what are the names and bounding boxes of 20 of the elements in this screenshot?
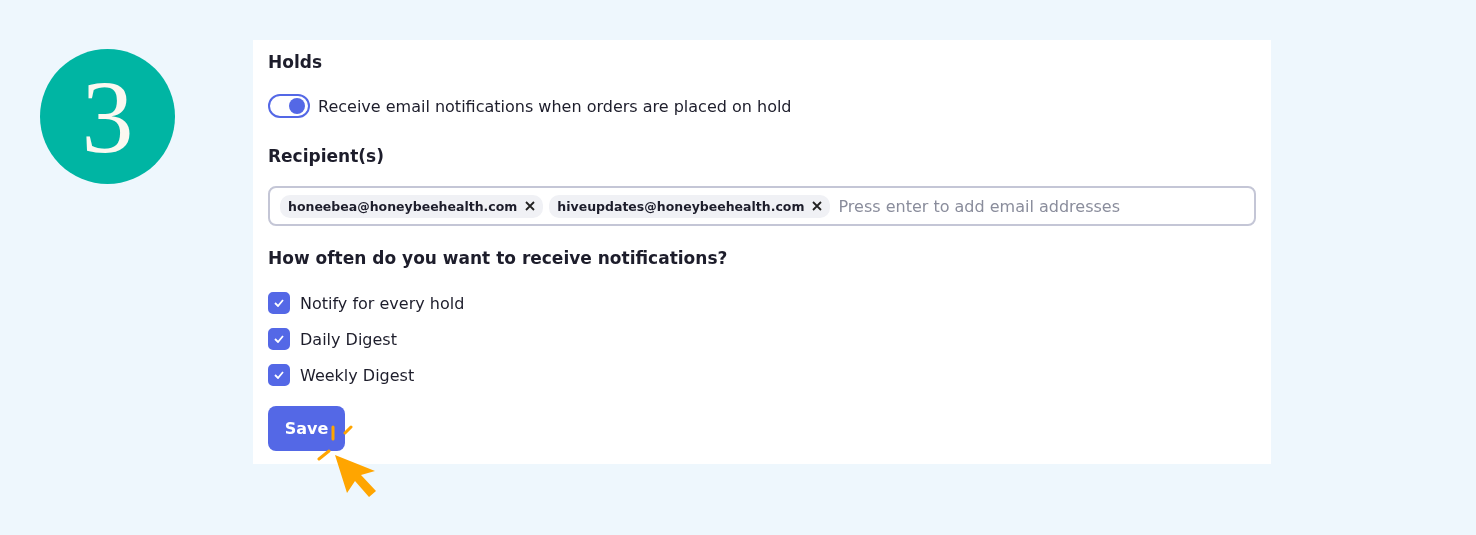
save-button[interactable]: Save (268, 406, 345, 451)
check-icon (274, 299, 284, 307)
section-title: Holds (268, 52, 324, 72)
checkbox-label: Daily Digest (300, 329, 397, 349)
remove-icon[interactable] (812, 201, 823, 211)
remove-icon[interactable] (525, 201, 536, 211)
checkbox[interactable] (268, 292, 290, 314)
checkbox-label: Notify for every hold (300, 293, 465, 313)
toggle-switch[interactable] (268, 94, 310, 118)
checkbox-label: Weekly Digest (300, 365, 415, 385)
toggle-label: Receive email notifications when orders are placed on hold (318, 96, 792, 116)
check-icon (274, 335, 284, 343)
email-chip: hiveupdates@honeybeehealth.com (549, 194, 831, 218)
checkbox[interactable] (268, 364, 290, 386)
recipients-title: Recipient(s) (268, 146, 385, 166)
check-icon (274, 371, 284, 379)
frequency-title: How often do you want to receive notifications? (268, 248, 729, 268)
step-number-badge: 3 (40, 49, 175, 184)
checkbox[interactable] (268, 328, 290, 350)
email-chip: honeebea@honeybeehealth.com (280, 194, 544, 218)
